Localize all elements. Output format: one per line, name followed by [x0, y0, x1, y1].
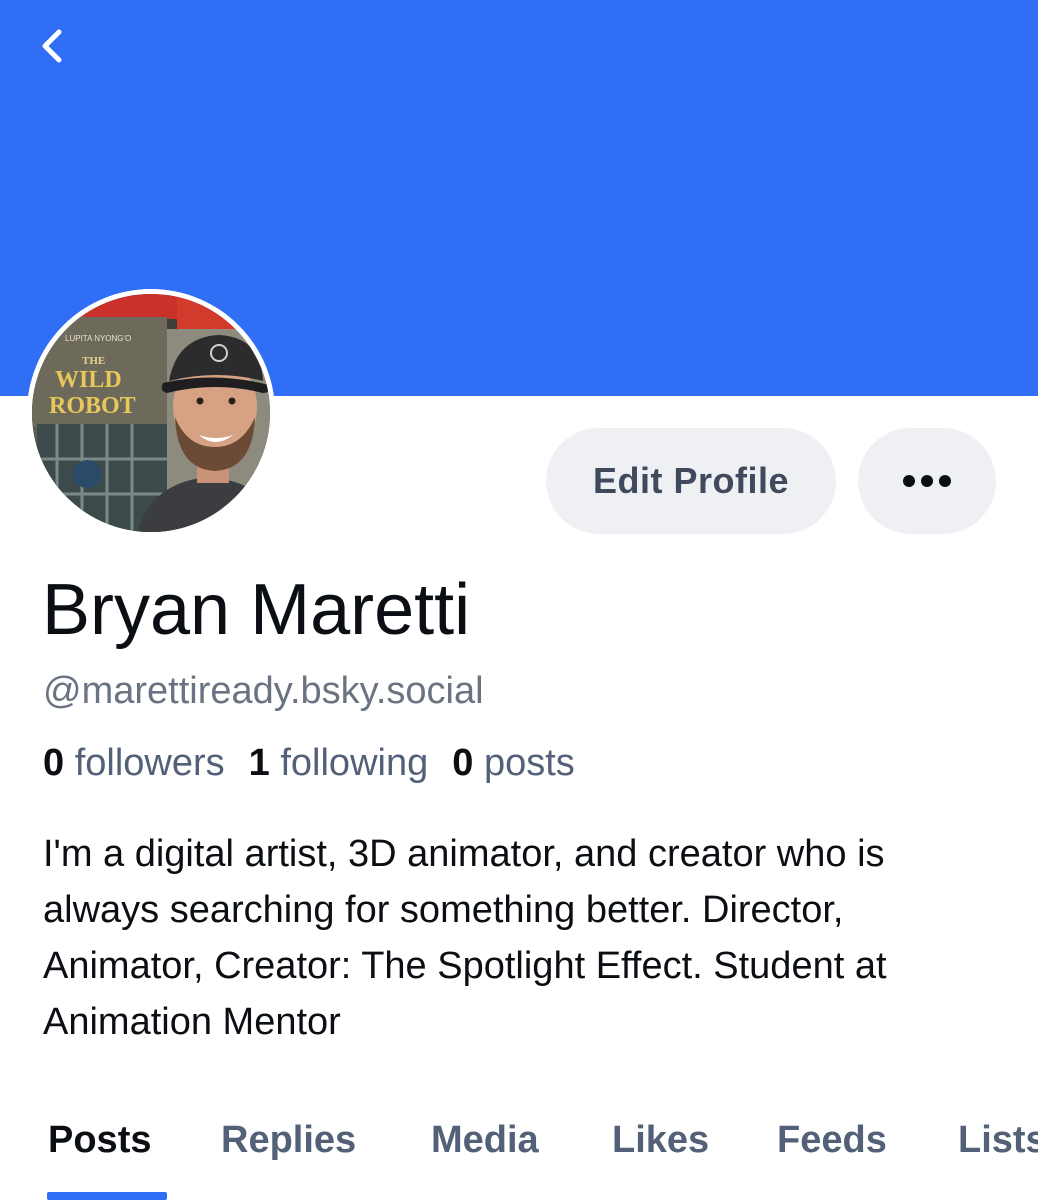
back-button[interactable] — [28, 22, 76, 70]
tab-feeds[interactable]: Feeds — [777, 1114, 887, 1166]
tab-media[interactable]: Media — [431, 1114, 539, 1166]
tab-posts[interactable]: Posts — [48, 1114, 151, 1166]
more-options-button[interactable] — [858, 428, 996, 534]
following-label: following — [280, 742, 429, 784]
posts-label: posts — [483, 742, 575, 784]
tab-replies[interactable]: Replies — [221, 1114, 356, 1166]
followers-stat[interactable]: 0 followers — [43, 740, 225, 786]
profile-bio: I'm a digital artist, 3D animator, and c… — [43, 833, 887, 1043]
followers-label: followers — [74, 742, 225, 784]
active-tab-indicator — [47, 1192, 167, 1200]
more-horizontal-icon — [903, 475, 951, 487]
poster-text-line1: LUPITA NYONG'O — [65, 334, 131, 343]
posts-count: 0 — [452, 742, 474, 784]
tab-lists[interactable]: Lists — [958, 1114, 1038, 1166]
profile-stats: 0 followers 1 following 0 posts — [43, 740, 599, 786]
following-stat[interactable]: 1 following — [249, 740, 429, 786]
edit-profile-button[interactable]: Edit Profile — [546, 428, 836, 534]
profile-tabs: Posts Replies Media Likes Feeds Lists — [0, 1100, 1038, 1200]
posts-stat: 0 posts — [452, 740, 575, 786]
profile-handle: @marettiready.bsky.social — [43, 670, 484, 712]
poster-text-line2: THE — [82, 355, 105, 367]
following-count: 1 — [248, 742, 270, 784]
profile-screen: LUPITA NYONG'O THE WILD ROBOT Edit Profi… — [0, 0, 1038, 1200]
tab-likes[interactable]: Likes — [612, 1114, 709, 1166]
edit-profile-label: Edit Profile — [592, 460, 790, 501]
avatar-photo: LUPITA NYONG'O THE WILD ROBOT — [27, 289, 275, 537]
poster-text-line3: WILD — [55, 367, 122, 393]
followers-count: 0 — [43, 742, 65, 784]
poster-text-line4: ROBOT — [49, 393, 136, 419]
chevron-left-icon — [42, 29, 62, 63]
display-name: Bryan Maretti — [42, 570, 471, 650]
avatar[interactable]: LUPITA NYONG'O THE WILD ROBOT — [27, 289, 275, 537]
